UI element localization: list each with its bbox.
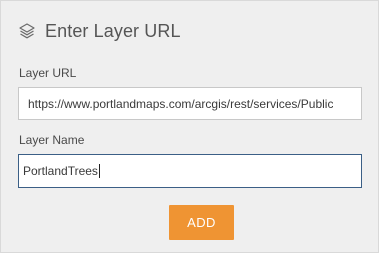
layers-icon <box>18 22 36 40</box>
add-button[interactable]: ADD <box>169 205 234 240</box>
layer-url-input[interactable]: https://www.portlandmaps.com/arcgis/rest… <box>18 87 362 120</box>
layer-url-value: https://www.portlandmaps.com/arcgis/rest… <box>28 96 334 111</box>
layer-name-label: Layer Name <box>19 133 85 147</box>
add-button-label: ADD <box>187 215 216 230</box>
enter-layer-url-panel: Enter Layer URL Layer URL https://www.po… <box>0 0 379 253</box>
layer-url-label: Layer URL <box>19 66 77 80</box>
panel-title: Enter Layer URL <box>45 21 181 41</box>
layer-name-input[interactable]: PortlandTrees <box>18 154 362 188</box>
text-caret <box>98 164 100 178</box>
layer-name-value: PortlandTrees <box>23 164 98 178</box>
panel-header: Enter Layer URL <box>18 20 181 42</box>
